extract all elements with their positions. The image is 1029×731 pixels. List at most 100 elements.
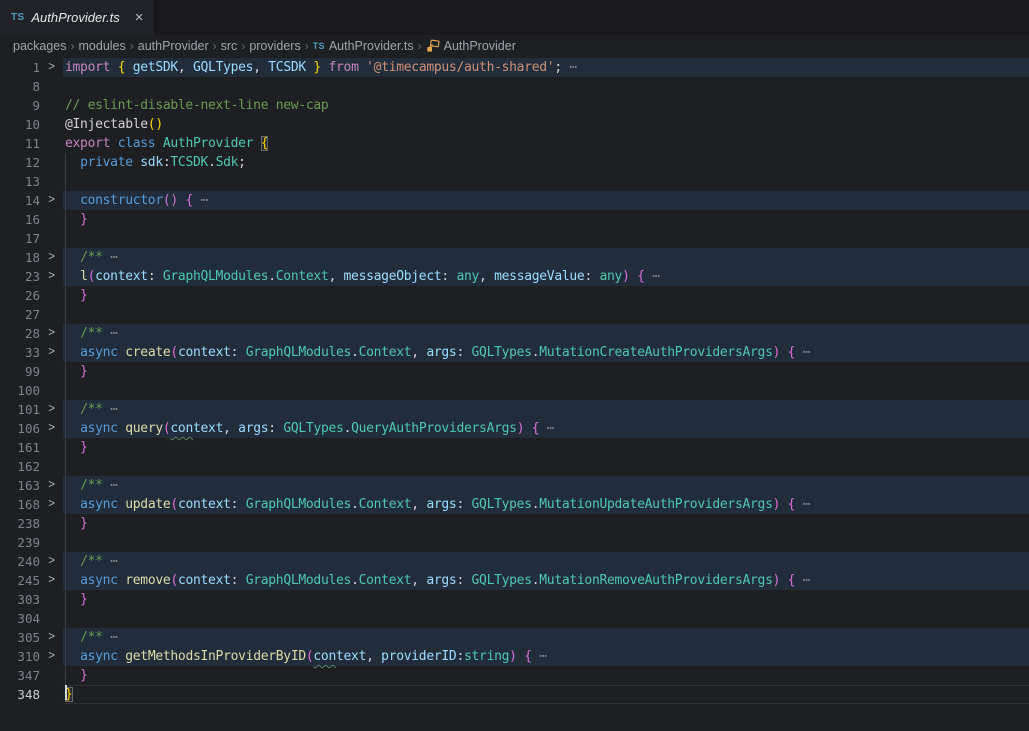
- breadcrumb-item-modules[interactable]: modules: [79, 39, 126, 53]
- code-text[interactable]: import { getSDK, GQLTypes, TCSDK } from …: [63, 58, 1029, 77]
- code-token: GQLTypes: [472, 345, 532, 360]
- code-line-305: 305> /** ⋯: [0, 628, 1029, 647]
- code-token: GraphQLModules: [246, 573, 351, 588]
- line-number: 348: [0, 685, 40, 704]
- fold-gutter: [40, 533, 63, 552]
- code-text[interactable]: // eslint-disable-next-line new-cap: [63, 96, 1029, 115]
- close-icon[interactable]: ×: [135, 10, 144, 25]
- breadcrumb-item-authprovider[interactable]: authProvider: [138, 39, 209, 53]
- fold-gutter: [40, 229, 63, 248]
- code-line-26: 26 }: [0, 286, 1029, 305]
- code-text[interactable]: /** ⋯: [63, 248, 1029, 267]
- code-text[interactable]: async getMethodsInProviderByID(context, …: [63, 647, 1029, 666]
- code-text[interactable]: }: [63, 286, 1029, 305]
- code-text[interactable]: }: [63, 362, 1029, 381]
- code-line-303: 303 }: [0, 590, 1029, 609]
- code-text[interactable]: }: [63, 590, 1029, 609]
- line-number: 101: [0, 400, 40, 419]
- code-line-101: 101> /** ⋯: [0, 400, 1029, 419]
- code-token: async: [80, 573, 125, 588]
- breadcrumb-item-authprovider-ts[interactable]: TSAuthProvider.ts: [313, 39, 414, 53]
- code-token: {: [780, 497, 795, 512]
- code-text[interactable]: async query(context, args: GQLTypes.Quer…: [63, 419, 1029, 438]
- code-text[interactable]: [63, 533, 1029, 552]
- breadcrumb-item-authprovider[interactable]: AuthProvider: [426, 39, 516, 53]
- fold-chevron-icon[interactable]: >: [40, 191, 63, 210]
- code-text[interactable]: /** ⋯: [63, 400, 1029, 419]
- code-text[interactable]: }: [63, 210, 1029, 229]
- code-token: {: [780, 345, 795, 360]
- fold-chevron-icon[interactable]: >: [40, 476, 63, 495]
- code-token: }: [65, 212, 88, 227]
- fold-chevron-icon[interactable]: >: [40, 647, 63, 666]
- line-number: 13: [0, 172, 40, 191]
- breadcrumb-item-packages[interactable]: packages: [13, 39, 67, 53]
- code-token: ,: [223, 421, 238, 436]
- code-line-18: 18> /** ⋯: [0, 248, 1029, 267]
- code-token: args: [426, 497, 456, 512]
- code-token: con: [170, 421, 193, 436]
- code-text[interactable]: async create(context: GraphQLModules.Con…: [63, 343, 1029, 362]
- code-text[interactable]: [63, 381, 1029, 400]
- code-area[interactable]: 1>import { getSDK, GQLTypes, TCSDK } fro…: [0, 57, 1029, 731]
- fold-chevron-icon[interactable]: >: [40, 343, 63, 362]
- code-token: :: [231, 573, 246, 588]
- code-line-28: 28> /** ⋯: [0, 324, 1029, 343]
- code-text[interactable]: [63, 77, 1029, 96]
- code-text[interactable]: @Injectable(): [63, 115, 1029, 134]
- fold-chevron-icon[interactable]: >: [40, 628, 63, 647]
- code-text[interactable]: [63, 609, 1029, 628]
- code-text[interactable]: /** ⋯: [63, 324, 1029, 343]
- fold-chevron-icon[interactable]: >: [40, 419, 63, 438]
- code-text[interactable]: export class AuthProvider {: [63, 134, 1029, 153]
- code-text[interactable]: constructor() { ⋯: [63, 191, 1029, 210]
- code-token: context: [178, 573, 231, 588]
- code-token: constructor: [80, 193, 163, 208]
- code-text[interactable]: async update(context: GraphQLModules.Con…: [63, 495, 1029, 514]
- breadcrumb-label: modules: [79, 39, 126, 53]
- breadcrumb-item-src[interactable]: src: [221, 39, 238, 53]
- code-token: GQLTypes: [283, 421, 343, 436]
- code-text[interactable]: }: [63, 685, 1029, 704]
- breadcrumb-label: src: [221, 39, 238, 53]
- fold-chevron-icon[interactable]: >: [40, 267, 63, 286]
- code-token: [65, 345, 80, 360]
- code-text[interactable]: }: [63, 666, 1029, 685]
- code-text[interactable]: private sdk:TCSDK.Sdk;: [63, 153, 1029, 172]
- code-token: messageObject: [344, 269, 442, 284]
- tab-authprovider-ts[interactable]: TS AuthProvider.ts ×: [0, 0, 155, 35]
- line-number: 33: [0, 343, 40, 362]
- code-text[interactable]: }: [63, 514, 1029, 533]
- code-token: :: [231, 497, 246, 512]
- code-token: {: [630, 269, 645, 284]
- line-number: 10: [0, 115, 40, 134]
- code-text[interactable]: async remove(context: GraphQLModules.Con…: [63, 571, 1029, 590]
- fold-gutter: [40, 685, 63, 704]
- breadcrumb-item-providers[interactable]: providers: [249, 39, 300, 53]
- fold-chevron-icon[interactable]: >: [40, 571, 63, 590]
- code-text[interactable]: [63, 305, 1029, 324]
- code-text[interactable]: /** ⋯: [63, 476, 1029, 495]
- code-token: }: [65, 288, 88, 303]
- code-text[interactable]: l(context: GraphQLModules.Context, messa…: [63, 267, 1029, 286]
- indent-guide: [65, 495, 66, 514]
- fold-chevron-icon[interactable]: >: [40, 495, 63, 514]
- code-line-99: 99 }: [0, 362, 1029, 381]
- code-text[interactable]: }: [63, 438, 1029, 457]
- code-text[interactable]: /** ⋯: [63, 628, 1029, 647]
- fold-chevron-icon[interactable]: >: [40, 552, 63, 571]
- code-token: class: [118, 136, 163, 151]
- code-token: .: [268, 269, 276, 284]
- code-text[interactable]: [63, 229, 1029, 248]
- fold-chevron-icon[interactable]: >: [40, 248, 63, 267]
- code-text[interactable]: [63, 172, 1029, 191]
- code-token: :: [456, 649, 464, 664]
- fold-chevron-icon[interactable]: >: [40, 58, 63, 77]
- line-number: 310: [0, 647, 40, 666]
- code-text[interactable]: /** ⋯: [63, 552, 1029, 571]
- fold-chevron-icon[interactable]: >: [40, 400, 63, 419]
- code-token: Context: [359, 573, 412, 588]
- fold-chevron-icon[interactable]: >: [40, 324, 63, 343]
- code-text[interactable]: [63, 457, 1029, 476]
- code-token: con: [313, 649, 336, 664]
